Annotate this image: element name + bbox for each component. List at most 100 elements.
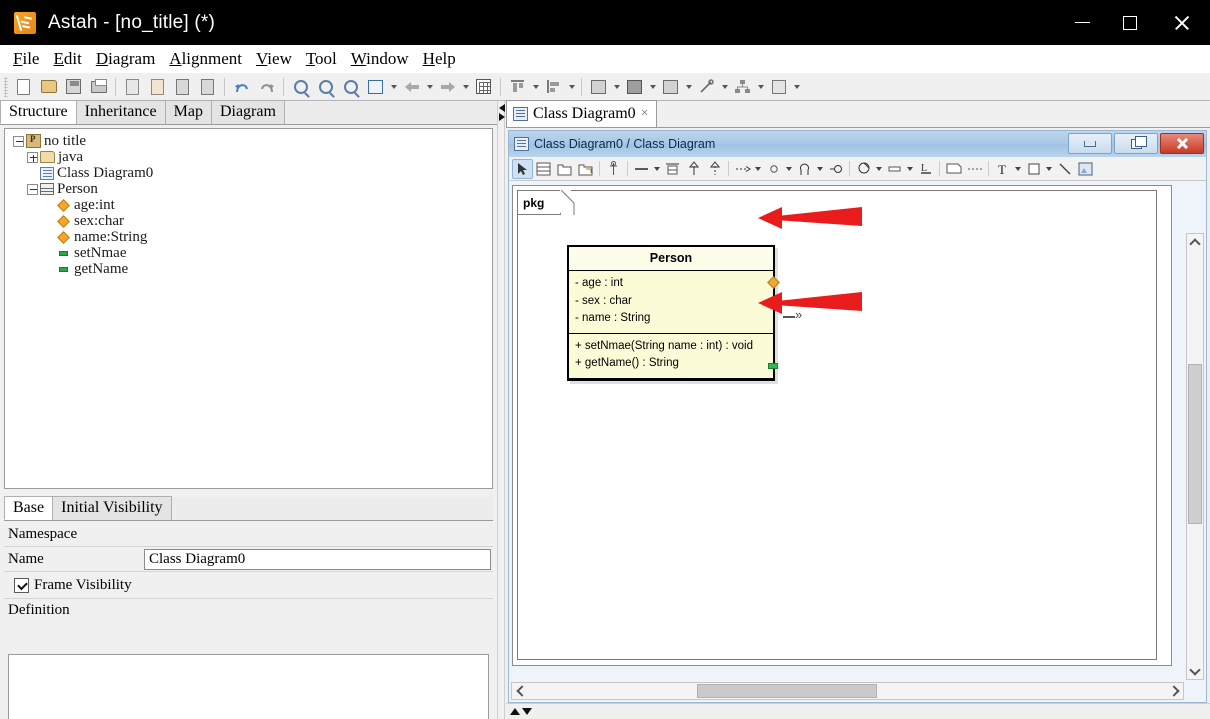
- association-palette-button[interactable]: [694, 75, 719, 99]
- scroll-left-button[interactable]: [512, 683, 528, 699]
- misc-palette-button[interactable]: [766, 75, 791, 99]
- structure-tree-pane[interactable]: no title java Class Diagram0 Person: [4, 128, 493, 489]
- association-dropdown-chevron-down-icon[interactable]: [652, 159, 662, 179]
- tab-base[interactable]: Base: [4, 496, 54, 520]
- attribute-tool-button[interactable]: [884, 159, 905, 179]
- image-tool-button[interactable]: [1075, 159, 1096, 179]
- tab-diagram[interactable]: Diagram: [210, 100, 285, 124]
- expand-toggle-icon[interactable]: [27, 151, 38, 163]
- misc-dropdown-chevron-down-icon[interactable]: [791, 75, 802, 99]
- tab-inheritance[interactable]: Inheritance: [75, 100, 166, 124]
- association-dropdown-chevron-down-icon[interactable]: [719, 75, 730, 99]
- interface-dropdown-chevron-down-icon[interactable]: [815, 159, 825, 179]
- tab-map[interactable]: Map: [164, 100, 212, 124]
- component-palette-button[interactable]: [622, 75, 647, 99]
- save-button[interactable]: [61, 75, 86, 99]
- document-tab-close-icon[interactable]: ×: [641, 106, 649, 122]
- name-input[interactable]: Class Diagram0: [144, 548, 491, 570]
- maximize-button[interactable]: [1106, 0, 1154, 45]
- class-palette-button[interactable]: [586, 75, 611, 99]
- toolbar-grip[interactable]: [4, 76, 8, 97]
- class-tool-button[interactable]: [533, 159, 554, 179]
- port-dropdown-chevron-down-icon[interactable]: [784, 159, 794, 179]
- required-interface-tool-button[interactable]: [853, 159, 874, 179]
- line-tool-button[interactable]: [1054, 159, 1075, 179]
- port-tool-button[interactable]: [763, 159, 784, 179]
- fit-to-window-button[interactable]: [363, 75, 388, 99]
- forward-button[interactable]: [435, 75, 460, 99]
- menu-diagram[interactable]: Diagram: [89, 48, 162, 70]
- tree-node-name[interactable]: name:String: [11, 229, 492, 245]
- tab-initial-visibility[interactable]: Initial Visibility: [52, 496, 172, 520]
- status-up-arrow-icon[interactable]: [510, 708, 520, 715]
- splitter-arrows[interactable]: [498, 103, 506, 122]
- menu-window[interactable]: Window: [344, 48, 416, 70]
- print-button[interactable]: [86, 75, 111, 99]
- align-left-button[interactable]: [541, 75, 566, 99]
- menu-alignment[interactable]: Alignment: [162, 48, 249, 70]
- dependency-tool-button[interactable]: [732, 159, 753, 179]
- add-operation-handle-icon[interactable]: [768, 363, 778, 369]
- tree-node-getname[interactable]: getName: [11, 261, 492, 277]
- zoom-out-button[interactable]: [338, 75, 363, 99]
- zoom-in-button[interactable]: [313, 75, 338, 99]
- attribute-dropdown-chevron-down-icon[interactable]: [905, 159, 915, 179]
- mdi-close-button[interactable]: [1160, 133, 1204, 154]
- align-top-button[interactable]: [505, 75, 530, 99]
- collapse-toggle-icon[interactable]: [27, 183, 38, 195]
- uml-class-person[interactable]: Person - age : int - sex : char - name :…: [567, 245, 780, 381]
- generalization-tool-button[interactable]: [683, 159, 704, 179]
- class-dropdown-chevron-down-icon[interactable]: [611, 75, 622, 99]
- package-tool-button[interactable]: [554, 159, 575, 179]
- provided-interface-tool-button[interactable]: [825, 159, 846, 179]
- scroll-down-button[interactable]: [1187, 663, 1203, 679]
- tree-node-person[interactable]: Person: [11, 181, 492, 197]
- fit-dropdown-chevron-down-icon[interactable]: [388, 75, 399, 99]
- scroll-right-button[interactable]: [1167, 683, 1183, 699]
- model-navigator-button[interactable]: [471, 75, 496, 99]
- package-frame[interactable]: pkg Person - age : int - sex : char - na…: [517, 190, 1157, 660]
- scroll-up-button[interactable]: [1187, 234, 1203, 250]
- note-line-tool-button[interactable]: [964, 159, 985, 179]
- hierarchy-palette-button[interactable]: [730, 75, 755, 99]
- canvas-horizontal-scrollbar[interactable]: [511, 682, 1184, 700]
- package-palette-button[interactable]: [658, 75, 683, 99]
- collapse-left-icon[interactable]: [499, 104, 505, 112]
- frame-visibility-checkbox[interactable]: [14, 577, 29, 593]
- dependency-dropdown-chevron-down-icon[interactable]: [753, 159, 763, 179]
- duplicate-button[interactable]: [170, 75, 195, 99]
- expand-right-icon[interactable]: [499, 113, 505, 121]
- realization-tool-button[interactable]: [704, 159, 725, 179]
- redo-button[interactable]: [254, 75, 279, 99]
- note-anchor-tool-button[interactable]: [603, 159, 624, 179]
- back-button[interactable]: [399, 75, 424, 99]
- tree-node-java[interactable]: java: [11, 149, 492, 165]
- status-down-arrow-icon[interactable]: [522, 708, 532, 715]
- subpackage-tool-button[interactable]: [575, 159, 596, 179]
- back-dropdown-chevron-down-icon[interactable]: [424, 75, 435, 99]
- rectangle-dropdown-chevron-down-icon[interactable]: [1044, 159, 1054, 179]
- tree-node-class-diagram0[interactable]: Class Diagram0: [11, 165, 492, 181]
- diagram-canvas[interactable]: pkg Person - age : int - sex : char - na…: [512, 185, 1172, 666]
- undo-button[interactable]: [229, 75, 254, 99]
- menu-edit[interactable]: Edit: [46, 48, 88, 70]
- note-tool-button[interactable]: [943, 159, 964, 179]
- mdi-restore-button[interactable]: [1114, 133, 1158, 154]
- tree-node-setnmae[interactable]: setNmae: [11, 245, 492, 261]
- tree-node-sex[interactable]: sex:char: [11, 213, 492, 229]
- text-dropdown-chevron-down-icon[interactable]: [1013, 159, 1023, 179]
- close-button[interactable]: [1154, 0, 1210, 45]
- mdi-minimize-button[interactable]: [1068, 133, 1112, 154]
- collapse-toggle-icon[interactable]: [13, 135, 24, 147]
- required-interface-dropdown-chevron-down-icon[interactable]: [874, 159, 884, 179]
- select-tool-button[interactable]: [512, 158, 533, 179]
- forward-dropdown-chevron-down-icon[interactable]: [460, 75, 471, 99]
- frame-visibility-row[interactable]: Frame Visibility: [4, 572, 493, 599]
- component-dropdown-chevron-down-icon[interactable]: [647, 75, 658, 99]
- mdi-title-bar[interactable]: Class Diagram0 / Class Diagram: [509, 131, 1206, 157]
- delete-button[interactable]: [195, 75, 220, 99]
- tab-structure[interactable]: Structure: [0, 100, 77, 124]
- definition-textarea[interactable]: [8, 654, 489, 719]
- document-tab-class-diagram0[interactable]: Class Diagram0 ×: [506, 100, 657, 127]
- zoom-reset-button[interactable]: [288, 75, 313, 99]
